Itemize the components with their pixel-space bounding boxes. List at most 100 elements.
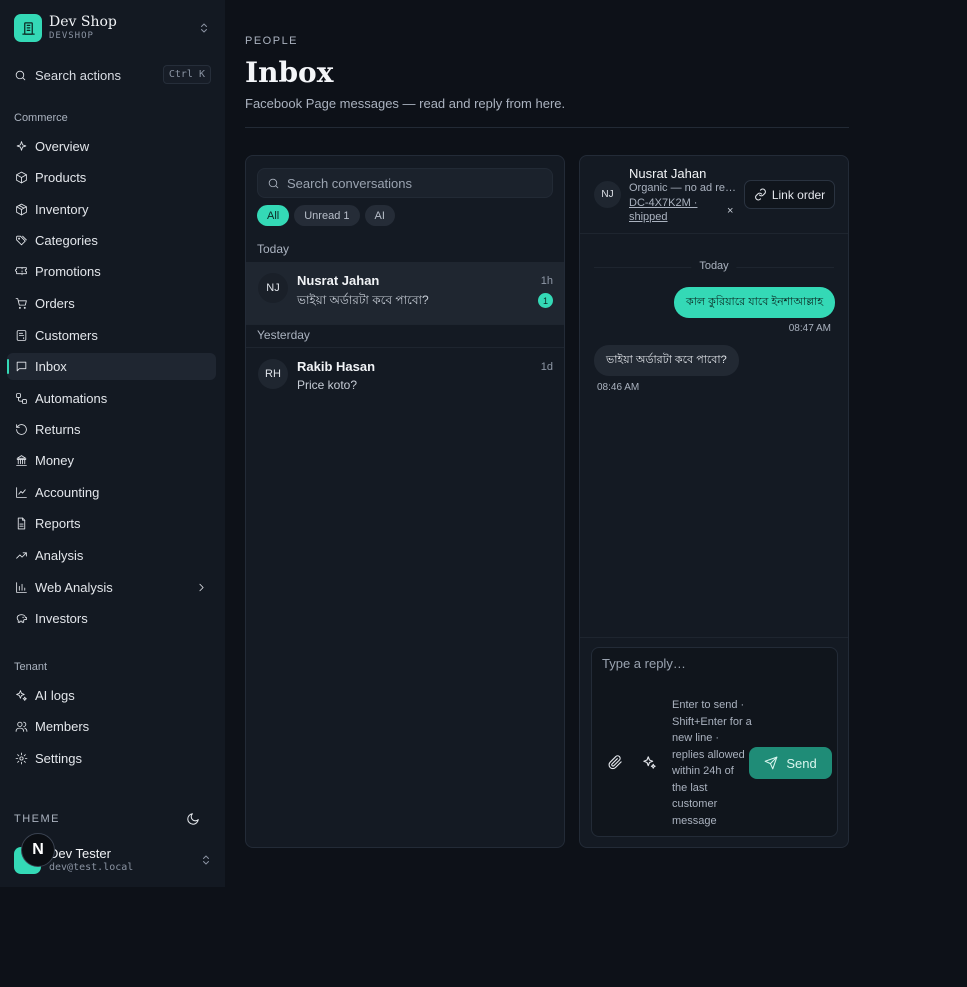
sidebar-item-label: Web Analysis — [35, 580, 113, 595]
incoming-message: ভাইয়া অর্ডারটা কবে পাবো? — [594, 345, 739, 376]
sparkle-icon — [16, 141, 27, 151]
dev-tools-badge[interactable]: N — [21, 833, 55, 867]
store-icon — [14, 14, 42, 42]
package-icon — [16, 203, 27, 216]
sidebar-item-inventory[interactable]: Inventory — [7, 196, 216, 223]
sidebar-item-orders[interactable]: Orders — [7, 290, 216, 317]
filter-chip-ai[interactable]: AI — [364, 205, 395, 226]
sidebar-item-customers[interactable]: Customers — [7, 322, 216, 349]
workflow-icon — [16, 393, 27, 404]
message-square-icon — [16, 361, 27, 372]
linked-order-link[interactable]: DC-4X7K2M · shipped — [629, 196, 701, 224]
user-email: dev@test.local — [49, 862, 134, 873]
chat-header: NJ Nusrat Jahan Organic — no ad referral… — [580, 156, 848, 234]
sidebar-item-label: Orders — [35, 296, 75, 311]
header-divider — [245, 127, 849, 128]
sidebar-item-members[interactable]: Members — [7, 713, 216, 740]
conversation-preview: ভাইয়া অর্ডারটা কবে পাবো? — [297, 293, 429, 307]
avatar: NJ — [594, 181, 621, 208]
group-label-yesterday: Yesterday — [257, 328, 310, 342]
box-icon — [16, 171, 27, 184]
conversation-name: Nusrat Jahan — [297, 273, 380, 288]
piggy-bank-icon — [16, 614, 27, 623]
trending-up-icon — [16, 552, 27, 559]
sidebar-item-ai-logs[interactable]: AI logs — [7, 682, 216, 709]
sidebar-item-categories[interactable]: Categories — [7, 227, 216, 254]
sidebar-item-label: Overview — [35, 139, 90, 154]
search-actions-button[interactable]: Search actions Ctrl K — [7, 62, 211, 88]
sidebar-item-reports[interactable]: Reports — [7, 510, 216, 537]
composer-divider — [580, 637, 848, 638]
ai-suggest-button[interactable] — [642, 755, 658, 771]
reply-input[interactable] — [602, 656, 827, 696]
sidebar-item-returns[interactable]: Returns — [7, 416, 216, 443]
bank-icon — [16, 455, 27, 466]
send-label: Send — [786, 755, 817, 771]
sidebar-item-settings[interactable]: Settings — [7, 745, 216, 772]
line-chart-icon — [16, 487, 27, 498]
page-eyebrow: PEOPLE — [245, 35, 299, 47]
sidebar-item-products[interactable]: Products — [7, 164, 216, 191]
sidebar-item-promotions[interactable]: Promotions — [7, 258, 216, 285]
unlink-order-button[interactable]: × — [727, 205, 733, 217]
conversation-search-input[interactable] — [287, 175, 537, 191]
chat-panel: NJ Nusrat Jahan Organic — no ad referral… — [579, 155, 849, 848]
conversation-item[interactable]: RH Rakib Hasan Price koto? 1d — [246, 348, 564, 410]
tags-icon — [16, 235, 27, 246]
conversation-name: Rakib Hasan — [297, 359, 376, 374]
sidebar-item-label: Returns — [35, 422, 81, 437]
reply-composer: Enter to send · Shift+Enter for a new li… — [591, 647, 838, 837]
page-subtitle: Facebook Page messages — read and reply … — [245, 96, 566, 111]
sidebar-item-web-analysis[interactable]: Web Analysis — [7, 574, 216, 601]
sidebar: Dev Shop DEVSHOP Search actions Ctrl K C… — [0, 0, 225, 887]
sidebar-item-money[interactable]: Money — [7, 447, 216, 474]
filter-chip-all[interactable]: All — [257, 205, 290, 226]
referral-source: Organic — no ad referral — [629, 182, 737, 194]
sidebar-item-label: Accounting — [35, 485, 100, 500]
theme-toggle-button[interactable] — [186, 812, 202, 828]
filter-chip-unread[interactable]: Unread 1 — [294, 205, 360, 226]
sidebar-item-label: Inventory — [35, 202, 89, 217]
sidebar-item-label: Analysis — [35, 548, 84, 563]
search-icon — [15, 70, 26, 80]
link-order-button[interactable]: Link order — [744, 180, 835, 209]
conversation-item[interactable]: NJ Nusrat Jahan ভাইয়া অর্ডারটা কবে পাবো… — [246, 262, 564, 324]
sidebar-item-label: Settings — [35, 751, 82, 766]
composer-hint: Enter to send · Shift+Enter for a new li… — [672, 699, 752, 827]
chevron-right-icon — [199, 583, 204, 592]
search-icon — [268, 178, 279, 188]
sidebar-item-inbox[interactable]: Inbox — [7, 353, 216, 380]
sidebar-item-accounting[interactable]: Accounting — [7, 479, 216, 506]
message-time: 08:47 AM — [788, 323, 831, 334]
workspace-switcher[interactable]: Dev Shop DEVSHOP — [14, 13, 212, 43]
conversation-search[interactable] — [257, 168, 553, 198]
gear-icon — [15, 752, 28, 765]
sidebar-item-automations[interactable]: Automations — [7, 385, 216, 412]
avatar: RH — [258, 359, 288, 389]
attach-button[interactable] — [608, 755, 624, 771]
sidebar-item-overview[interactable]: Overview — [7, 133, 216, 160]
moon-icon — [187, 813, 199, 825]
send-button[interactable]: Send — [749, 747, 832, 779]
sidebar-item-label: Inbox — [35, 359, 67, 374]
message-time: 08:46 AM — [597, 382, 640, 393]
sidebar-item-label: Customers — [35, 328, 98, 343]
bar-chart-icon — [16, 582, 27, 593]
sidebar-item-investors[interactable]: Investors — [7, 605, 216, 632]
theme-label: THEME — [14, 813, 60, 825]
sidebar-item-analysis[interactable]: Analysis — [7, 542, 216, 569]
users-icon — [15, 721, 28, 732]
conversation-preview: Price koto? — [297, 378, 358, 392]
sidebar-item-label: Reports — [35, 516, 81, 531]
group-divider — [246, 324, 564, 325]
section-label-commerce: Commerce — [14, 112, 68, 124]
paperclip-icon — [608, 755, 622, 770]
section-label-tenant: Tenant — [14, 661, 48, 673]
day-separator: Today — [594, 260, 834, 274]
rotate-ccw-icon — [16, 424, 27, 435]
sidebar-item-label: Automations — [35, 391, 108, 406]
chevrons-up-down-icon — [196, 20, 212, 36]
sparkles-icon — [16, 690, 27, 701]
outgoing-message: কাল কুরিয়ারে যাবে ইনশাআল্লাহ — [674, 287, 835, 318]
link-icon — [754, 188, 766, 201]
